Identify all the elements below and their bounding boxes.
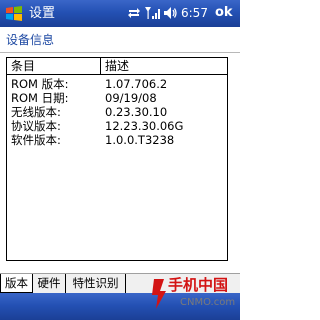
window-title: 设置 bbox=[29, 6, 56, 21]
row-key: 协议版本: bbox=[11, 119, 61, 133]
signal-icon[interactable] bbox=[144, 5, 160, 21]
table-row: ROM 版本: 1.07.706.2 bbox=[7, 77, 227, 91]
table-header: 条目 描述 bbox=[7, 58, 227, 75]
windows-start-icon[interactable] bbox=[4, 4, 24, 24]
table-row: 软件版本: 1.0.0.T3238 bbox=[7, 133, 227, 147]
clock[interactable]: 6:57 bbox=[181, 5, 208, 22]
title-bar: 设置 6:57 ok bbox=[0, 0, 240, 27]
page-title: 设备信息 bbox=[6, 33, 55, 47]
tab-hardware[interactable]: 硬件 bbox=[33, 274, 66, 293]
watermark-chinese: 手机中国 bbox=[168, 276, 229, 294]
table-row: 无线版本: 0.23.30.10 bbox=[7, 105, 227, 119]
row-value: 12.23.30.06G bbox=[105, 119, 184, 133]
row-key: 无线版本: bbox=[11, 105, 61, 119]
ok-button[interactable]: ok bbox=[215, 4, 233, 21]
watermark: 手机中国 CNMO.com bbox=[150, 275, 240, 320]
table-row: ROM 日期: 09/19/08 bbox=[7, 91, 227, 105]
connectivity-icon[interactable] bbox=[126, 5, 142, 21]
column-header-description[interactable]: 描述 bbox=[101, 58, 227, 74]
brand-logo-icon bbox=[152, 279, 166, 309]
row-key: ROM 版本: bbox=[11, 77, 69, 91]
device-info-table: 条目 描述 ROM 版本: 1.07.706.2 ROM 日期: 09/19/0… bbox=[6, 57, 228, 261]
row-value: 1.0.0.T3238 bbox=[105, 133, 175, 147]
header-divider bbox=[0, 52, 240, 53]
row-key: ROM 日期: bbox=[11, 91, 69, 105]
table-body: ROM 版本: 1.07.706.2 ROM 日期: 09/19/08 无线版本… bbox=[7, 77, 227, 147]
row-value: 09/19/08 bbox=[105, 91, 157, 105]
volume-icon[interactable] bbox=[162, 5, 178, 21]
tab-identification[interactable]: 特性识别 bbox=[66, 274, 126, 293]
watermark-english: CNMO.com bbox=[180, 297, 236, 308]
tab-version[interactable]: 版本 bbox=[0, 274, 33, 293]
column-header-item[interactable]: 条目 bbox=[7, 58, 101, 74]
row-value: 0.23.30.10 bbox=[105, 105, 168, 119]
row-value: 1.07.706.2 bbox=[105, 77, 168, 91]
table-row: 协议版本: 12.23.30.06G bbox=[7, 119, 227, 133]
row-key: 软件版本: bbox=[11, 133, 61, 147]
